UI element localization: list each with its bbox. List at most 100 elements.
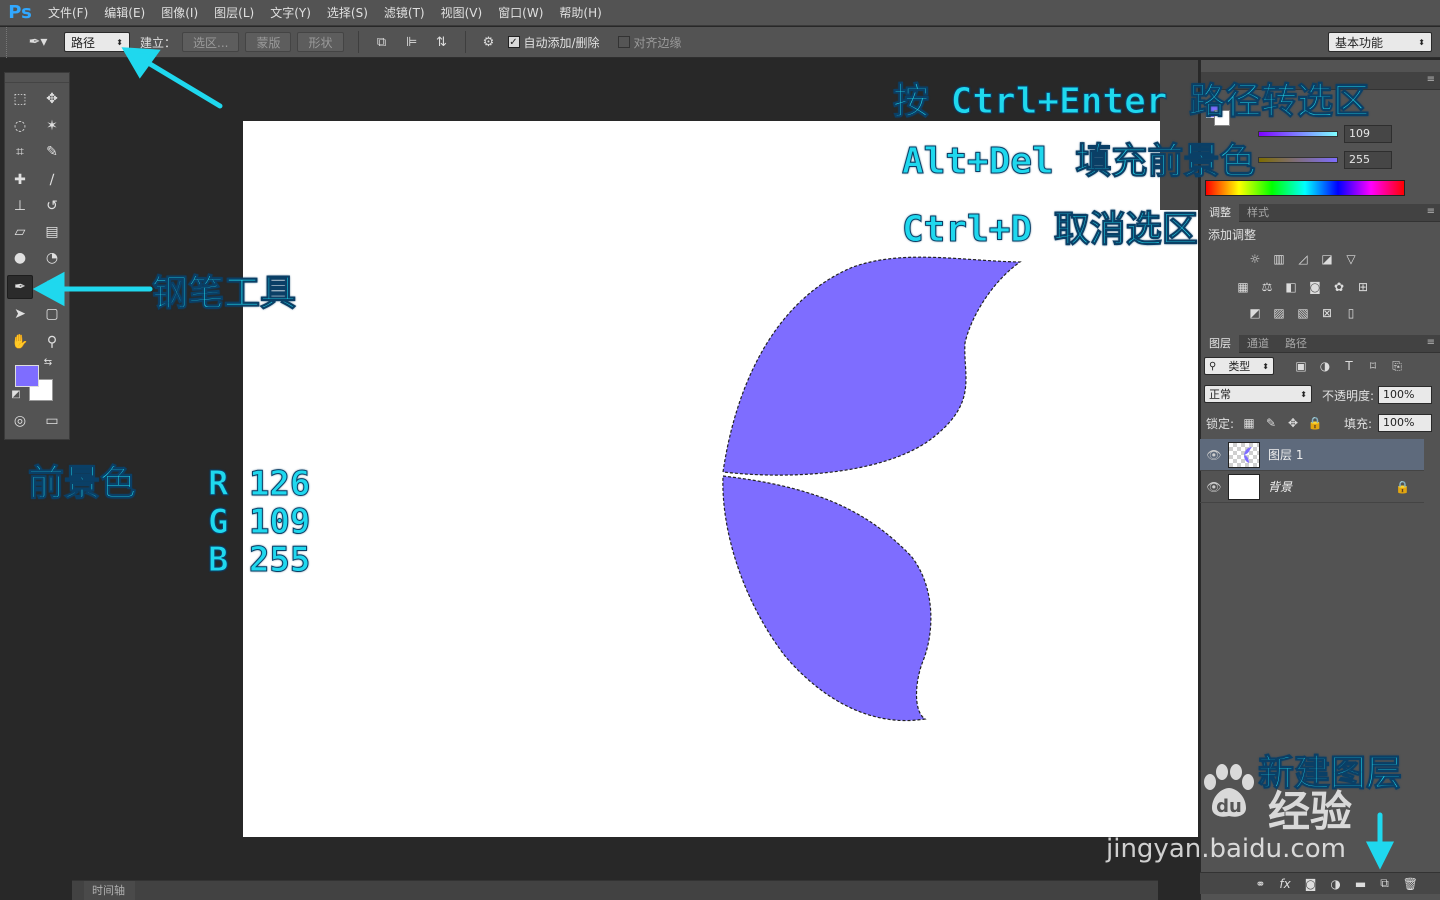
filter-pixel-icon[interactable]: ▣ [1292, 358, 1310, 374]
menu-edit[interactable]: 编辑(E) [96, 0, 153, 26]
threshold-icon[interactable]: ▧ [1294, 305, 1312, 321]
menu-filter[interactable]: 滤镜(T) [376, 0, 433, 26]
dodge-tool-icon[interactable]: ◔ [39, 246, 65, 270]
crop-tool-icon[interactable]: ⌗ [7, 140, 33, 164]
tab-adjustments[interactable]: 调整 [1201, 203, 1239, 222]
black-white-icon[interactable]: ◧ [1282, 279, 1300, 295]
make-selection-button[interactable]: 选区... [182, 32, 240, 52]
mode-select[interactable]: 路径 ⬍ [64, 32, 130, 52]
gradient-tool-icon[interactable]: ▤ [39, 220, 65, 244]
hand-tool-icon[interactable]: ✋ [7, 330, 33, 354]
healing-brush-icon[interactable]: ✚ [7, 168, 33, 192]
fx-icon[interactable]: fx [1279, 877, 1290, 891]
panel-menu-icon[interactable]: ≡ [1427, 74, 1435, 85]
menu-window[interactable]: 窗口(W) [490, 0, 551, 26]
exposure-icon[interactable]: ◪ [1318, 251, 1336, 267]
path-selection-icon[interactable]: ➤ [7, 302, 33, 326]
lasso-tool-icon[interactable]: ◌ [7, 114, 33, 138]
pen-tool-icon[interactable]: ✒ [7, 275, 33, 299]
filter-adjustment-icon[interactable]: ◑ [1316, 358, 1334, 374]
lock-transparent-icon[interactable]: ▦ [1240, 415, 1258, 431]
eyedropper-icon[interactable]: ✎ [39, 140, 65, 164]
vibrance-icon[interactable]: ▽ [1342, 251, 1360, 267]
path-arrangement-icon[interactable]: ⇅ [431, 31, 453, 53]
tab-channels[interactable]: 通道 [1239, 335, 1277, 353]
brush-tool-icon[interactable]: ∕ [39, 168, 65, 192]
path-alignment-icon[interactable]: ⊫ [401, 31, 423, 53]
brightness-icon[interactable]: ☼ [1246, 251, 1264, 267]
fill-field[interactable]: 100% [1378, 414, 1432, 432]
filter-type-icon[interactable]: T [1340, 358, 1358, 374]
menu-image[interactable]: 图像(I) [153, 0, 206, 26]
tools-panel-header[interactable] [5, 73, 69, 83]
move-tool-icon[interactable]: ✥ [39, 87, 65, 111]
color-balance-icon[interactable]: ⚖ [1258, 279, 1276, 295]
zoom-tool-icon[interactable]: ⚲ [39, 330, 65, 354]
layer-row-background[interactable]: 👁 背景 🔒 [1200, 471, 1424, 503]
tab-styles[interactable]: 样式 [1239, 204, 1277, 222]
hue-saturation-icon[interactable]: ▦ [1234, 279, 1252, 295]
layer-row-layer1[interactable]: 👁 图层 1 [1200, 439, 1424, 471]
green-slider[interactable] [1258, 131, 1338, 137]
gradient-map-icon[interactable]: ▯ [1342, 305, 1360, 321]
menu-select[interactable]: 选择(S) [319, 0, 376, 26]
new-adjustment-icon[interactable]: ◑ [1330, 877, 1340, 891]
add-mask-icon[interactable]: ◙ [1305, 877, 1317, 891]
selective-color-icon[interactable]: ⊠ [1318, 305, 1336, 321]
align-edges-checkbox[interactable] [617, 36, 630, 48]
magic-wand-icon[interactable]: ✶ [39, 114, 65, 138]
shape-tool-icon[interactable]: ▢ [39, 302, 65, 326]
lock-position-icon[interactable]: ✥ [1284, 415, 1302, 431]
levels-icon[interactable]: ▥ [1270, 251, 1288, 267]
blue-value-field[interactable]: 255 [1344, 151, 1392, 169]
blend-mode-select[interactable]: 正常 ⬍ [1204, 385, 1312, 403]
green-value-field[interactable]: 109 [1344, 125, 1392, 143]
new-group-icon[interactable]: ▬ [1355, 877, 1366, 891]
panel-menu-icon[interactable]: ≡ [1427, 206, 1435, 217]
gear-icon[interactable]: ⚙ [478, 31, 500, 53]
history-brush-icon[interactable]: ↺ [39, 194, 65, 218]
lock-all-icon[interactable]: 🔒 [1306, 415, 1324, 431]
layer-filter-select[interactable]: ⚲ 类型 ⬍ [1204, 357, 1274, 375]
lock-image-icon[interactable]: ✎ [1262, 415, 1280, 431]
channel-mixer-icon[interactable]: ✿ [1330, 279, 1348, 295]
menu-help[interactable]: 帮助(H) [551, 0, 609, 26]
visibility-eye-icon[interactable]: 👁 [1200, 448, 1228, 462]
make-shape-button[interactable]: 形状 [297, 32, 344, 52]
options-grip[interactable] [6, 26, 18, 58]
marquee-tool-icon[interactable]: ⬚ [7, 87, 33, 111]
screen-mode-icon[interactable]: ▭ [39, 409, 65, 433]
default-colors-icon[interactable]: ◩ [9, 387, 23, 401]
panel-menu-icon[interactable]: ≡ [1427, 337, 1435, 348]
menu-file[interactable]: 文件(F) [40, 0, 96, 26]
posterize-icon[interactable]: ▨ [1270, 305, 1288, 321]
eraser-tool-icon[interactable]: ▱ [7, 220, 33, 244]
link-layers-icon[interactable]: ⚭ [1255, 877, 1265, 891]
color-lookup-icon[interactable]: ⊞ [1354, 279, 1372, 295]
invert-icon[interactable]: ◩ [1246, 305, 1264, 321]
blue-slider[interactable] [1258, 157, 1338, 163]
tab-paths[interactable]: 路径 [1277, 335, 1315, 353]
pen-tool-preset-icon[interactable]: ✒▾ [18, 30, 58, 54]
menu-view[interactable]: 视图(V) [433, 0, 491, 26]
curves-icon[interactable]: ◿ [1294, 251, 1312, 267]
auto-add-delete-checkbox[interactable]: ✓ [507, 36, 520, 48]
tab-layers[interactable]: 图层 [1201, 334, 1239, 353]
tab-timeline[interactable]: 时间轴 [84, 880, 135, 900]
visibility-eye-icon[interactable]: 👁 [1200, 480, 1228, 494]
new-layer-icon[interactable]: ⧉ [1380, 876, 1389, 891]
clone-stamp-icon[interactable]: ⊥ [7, 194, 33, 218]
photo-filter-icon[interactable]: ◙ [1306, 279, 1324, 295]
blur-tool-icon[interactable]: ● [7, 246, 33, 270]
opacity-field[interactable]: 100% [1378, 386, 1432, 404]
type-tool-icon[interactable]: T [39, 275, 65, 299]
menu-type[interactable]: 文字(Y) [262, 0, 319, 26]
path-operations-icon[interactable]: ⧉ [371, 31, 393, 53]
swap-colors-icon[interactable]: ⇆ [41, 355, 55, 369]
foreground-color-swatch[interactable] [15, 365, 39, 387]
quick-mask-icon[interactable]: ◎ [7, 409, 33, 433]
workspace-select[interactable]: 基本功能 ⬍ [1328, 32, 1432, 52]
menu-layer[interactable]: 图层(L) [206, 0, 262, 26]
filter-smart-object-icon[interactable]: ⎘ [1388, 358, 1406, 374]
delete-layer-icon[interactable]: 🗑 [1403, 877, 1418, 891]
